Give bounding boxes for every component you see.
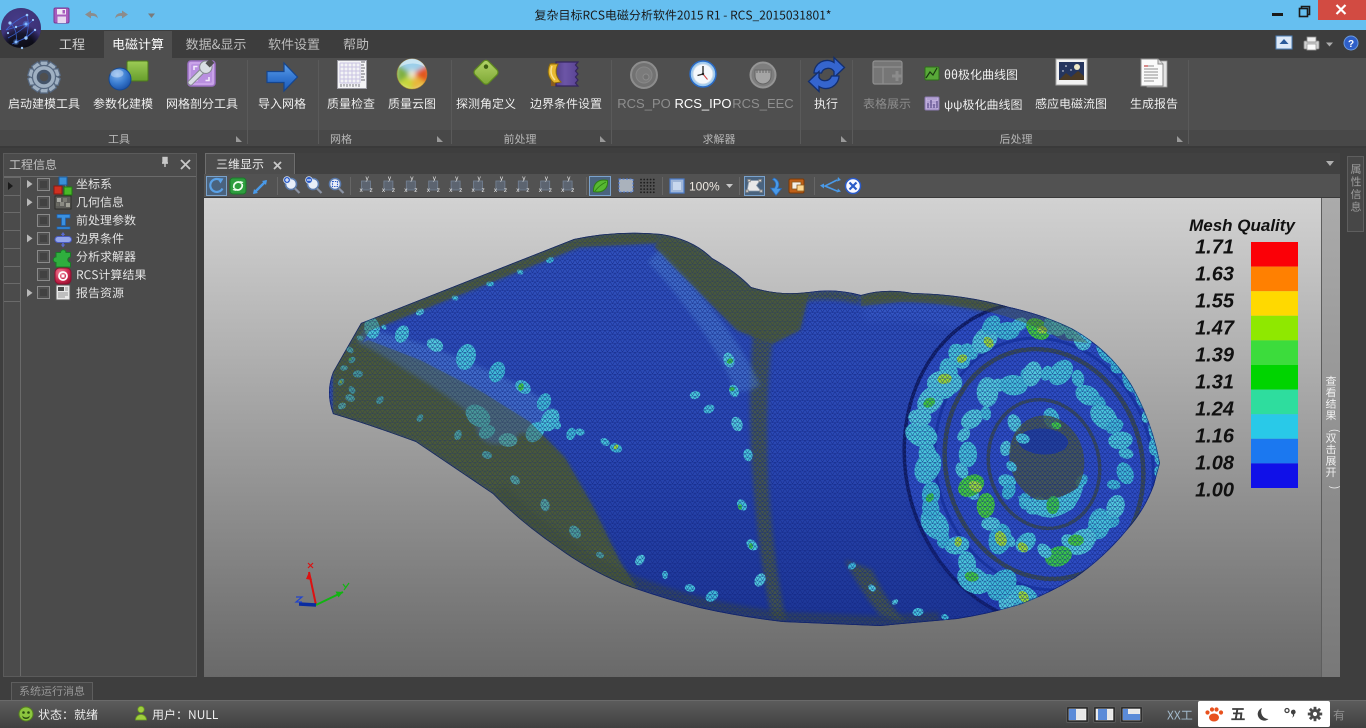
svg-text:1.16: 1.16: [1195, 426, 1235, 448]
svg-text:z: z: [370, 187, 373, 194]
svg-text:RCS_EEC: RCS_EEC: [732, 96, 793, 111]
svg-text:z: z: [504, 187, 507, 194]
svg-text:1.24: 1.24: [1195, 399, 1234, 421]
svg-text:1.31: 1.31: [1195, 372, 1234, 394]
svg-text:1.39: 1.39: [1195, 345, 1235, 367]
svg-text:z: z: [437, 187, 440, 194]
svg-text:z: z: [482, 187, 485, 194]
svg-text:z: z: [571, 187, 574, 194]
svg-text:1.47: 1.47: [1195, 318, 1235, 340]
svg-text:z: z: [392, 187, 395, 194]
svg-text:1.71: 1.71: [1195, 237, 1234, 259]
svg-text:z: z: [414, 187, 417, 194]
svg-text:?: ?: [1348, 39, 1354, 50]
svg-text:z: z: [459, 187, 462, 194]
svg-text:Mesh Quality: Mesh Quality: [1189, 216, 1296, 235]
svg-text:RCS_PO: RCS_PO: [617, 96, 670, 111]
svg-text:z: z: [549, 187, 552, 194]
svg-text:RCS_IPO: RCS_IPO: [674, 96, 731, 111]
svg-text:1.63: 1.63: [1195, 264, 1234, 286]
svg-text:1.00: 1.00: [1195, 480, 1234, 502]
svg-text:z: z: [526, 187, 529, 194]
svg-text:100%: 100%: [689, 180, 720, 194]
svg-text:1.08: 1.08: [1195, 453, 1235, 475]
svg-text:1.55: 1.55: [1195, 291, 1235, 313]
